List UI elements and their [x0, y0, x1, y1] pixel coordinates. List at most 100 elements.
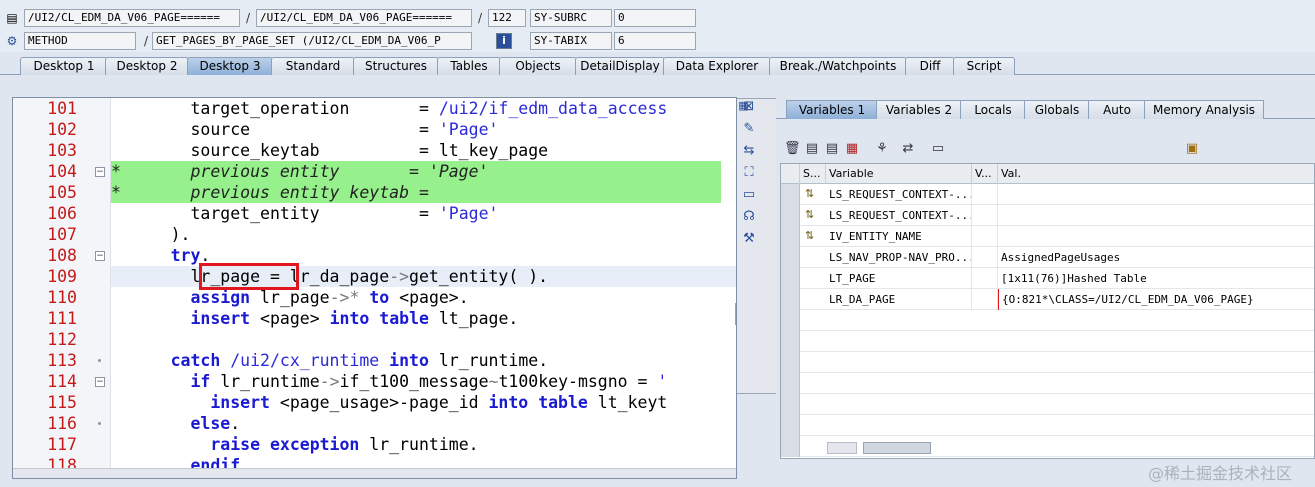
col-v[interactable]: V... — [972, 164, 998, 184]
code-text[interactable]: try. — [111, 245, 211, 266]
line-number[interactable]: 105 — [13, 182, 77, 203]
table-row[interactable]: LT_PAGE [1x11(76)]Hashed Table — [781, 268, 1314, 289]
row-selector[interactable] — [781, 226, 800, 247]
event-field[interactable]: GET_PAGES_BY_PAGE_SET (/UI2/CL_EDM_DA_V0… — [152, 32, 472, 50]
code-line[interactable]: 114 − if lr_runtime->if_t100_message~t100… — [13, 371, 736, 392]
tab-diff[interactable]: Diff — [905, 57, 955, 75]
row-selector[interactable] — [781, 289, 800, 310]
code-line[interactable]: 104 − * previous entity = 'Page' — [13, 161, 736, 182]
sysfield-value-2[interactable]: 6 — [614, 32, 696, 50]
sysfield-label-1[interactable]: SY-SUBRC — [530, 9, 612, 27]
line-number[interactable]: 111 — [13, 308, 77, 329]
table-row[interactable] — [781, 352, 1314, 373]
include-field[interactable]: /UI2/CL_EDM_DA_V06_PAGE====== — [256, 9, 472, 27]
table-row[interactable]: ⇅ LS_REQUEST_CONTEXT-... — [781, 205, 1314, 226]
row-selector[interactable] — [781, 205, 800, 226]
variable-value[interactable]: AssignedPageUsages — [998, 247, 1314, 268]
col-status[interactable]: S... — [800, 164, 826, 184]
code-line[interactable]: 103 source_keytab = lt_key_page — [13, 140, 736, 161]
variable-name[interactable]: IV_ENTITY_NAME — [826, 226, 972, 247]
table-row[interactable] — [781, 331, 1314, 352]
variable-value[interactable] — [998, 184, 1314, 205]
move-icon[interactable]: ⇄ — [900, 141, 916, 157]
collapse-icon[interactable]: − — [95, 167, 105, 177]
row-selector[interactable] — [781, 331, 800, 352]
sysfield-value-1[interactable]: 0 — [614, 9, 696, 27]
new-tool-icon[interactable]: ✎ — [741, 121, 757, 137]
info-icon[interactable]: i — [496, 33, 512, 49]
row-selector[interactable] — [781, 415, 800, 436]
col-variable[interactable]: Variable — [826, 164, 972, 184]
code-text[interactable]: catch /ui2/cx_runtime into lr_runtime. — [111, 350, 549, 371]
table-row[interactable]: ⇅ LS_REQUEST_CONTEXT-... — [781, 184, 1314, 205]
line-number[interactable]: 101 — [13, 98, 77, 119]
code-text[interactable]: insert <page_usage>-page_id into table l… — [111, 392, 667, 413]
code-text[interactable]: else. — [111, 413, 240, 434]
line-number[interactable]: 112 — [13, 329, 77, 350]
col-value[interactable]: Val. — [998, 164, 1314, 184]
collapse-icon[interactable]: − — [95, 251, 105, 261]
tab-auto[interactable]: Auto — [1088, 100, 1146, 119]
tab-globals[interactable]: Globals — [1024, 100, 1090, 119]
code-line[interactable]: 110 assign lr_page->* to <page>. — [13, 287, 736, 308]
import-icon[interactable]: ▤ — [804, 141, 820, 157]
line-number[interactable]: 102 — [13, 119, 77, 140]
code-text[interactable]: * previous entity = 'Page' — [111, 161, 721, 182]
source-code-editor[interactable]: 101 target_operation = /ui2/if_edm_data_… — [12, 97, 737, 479]
code-line[interactable]: 113 catch /ui2/cx_runtime into lr_runtim… — [13, 350, 736, 371]
code-line[interactable]: 108 − try. — [13, 245, 736, 266]
line-number[interactable]: 109 — [13, 266, 77, 287]
delete-icon[interactable]: 🗑 — [784, 141, 801, 157]
tab-detaildisplay[interactable]: DetailDisplay — [575, 57, 665, 75]
code-text[interactable]: raise exception lr_runtime. — [111, 434, 478, 455]
line-number[interactable]: 113 — [13, 350, 77, 371]
tab-variables-1[interactable]: Variables 1 — [786, 100, 878, 119]
code-line[interactable]: 112 — [13, 329, 736, 350]
filter-icon[interactable]: ▦ — [844, 141, 860, 157]
hierarchy-icon[interactable]: ⚘ — [874, 141, 890, 157]
code-line[interactable]: 105 * previous entity keytab = — [13, 182, 736, 203]
variable-name[interactable]: LS_REQUEST_CONTEXT-... — [826, 184, 972, 205]
tab-objects[interactable]: Objects — [499, 57, 577, 75]
code-line[interactable]: 101 target_operation = /ui2/if_edm_data_… — [13, 98, 736, 119]
tab-break-watchpoints[interactable]: Break./Watchpoints — [769, 57, 907, 75]
table-row[interactable] — [781, 310, 1314, 331]
line-number[interactable]: 108 — [13, 245, 77, 266]
line-number[interactable]: 107 — [13, 224, 77, 245]
row-selector[interactable] — [781, 268, 800, 289]
code-text[interactable]: if lr_runtime->if_t100_message~t100key-m… — [111, 371, 667, 392]
table-row[interactable]: LR_DA_PAGE {O:821*\CLASS=/UI2/CL_EDM_DA_V… — [781, 289, 1314, 310]
line-number[interactable]: 106 — [13, 203, 77, 224]
code-line[interactable]: 106 target_entity = 'Page' — [13, 203, 736, 224]
code-line[interactable]: 111 insert <page> into table lt_page. — [13, 308, 736, 329]
row-selector[interactable] — [781, 436, 800, 457]
code-text[interactable]: source_keytab = lt_key_page — [111, 140, 548, 161]
variable-value[interactable]: {O:821*\CLASS=/UI2/CL_EDM_DA_V06_PAGE} — [998, 289, 1314, 310]
row-selector[interactable] — [781, 373, 800, 394]
code-line[interactable]: 117 raise exception lr_runtime. — [13, 434, 736, 455]
list-icon[interactable]: ▤ — [824, 141, 840, 157]
swap-tool-icon[interactable]: ⇆ — [741, 143, 757, 159]
row-selector[interactable] — [781, 352, 800, 373]
tab-desktop-3[interactable]: Desktop 3 — [187, 57, 273, 75]
code-text[interactable]: target_operation = /ui2/if_edm_data_acce… — [111, 98, 667, 119]
line-number[interactable]: 104 — [13, 161, 77, 182]
code-text[interactable]: assign lr_page->* to <page>. — [111, 287, 468, 308]
line-number[interactable]: 110 — [13, 287, 77, 308]
code-line[interactable]: 116 else. — [13, 413, 736, 434]
row-selector[interactable] — [781, 247, 800, 268]
horizontal-scrollbar[interactable] — [13, 468, 736, 478]
layout-icon[interactable]: ▭ — [741, 187, 757, 203]
tab-desktop-2[interactable]: Desktop 2 — [105, 57, 189, 75]
sysfield-label-2[interactable]: SY-TABIX — [530, 32, 612, 50]
tab-memory-analysis[interactable]: Memory Analysis — [1144, 100, 1264, 119]
services-icon[interactable]: ☊ — [741, 209, 757, 225]
tab-tables[interactable]: Tables — [437, 57, 501, 75]
table-row[interactable] — [781, 415, 1314, 436]
row-selector[interactable] — [781, 310, 800, 331]
tab-script[interactable]: Script — [953, 57, 1015, 75]
variable-name[interactable]: LR_DA_PAGE — [826, 289, 972, 310]
tab-locals[interactable]: Locals — [960, 100, 1026, 119]
line-number[interactable]: 117 — [13, 434, 77, 455]
line-number[interactable]: 103 — [13, 140, 77, 161]
